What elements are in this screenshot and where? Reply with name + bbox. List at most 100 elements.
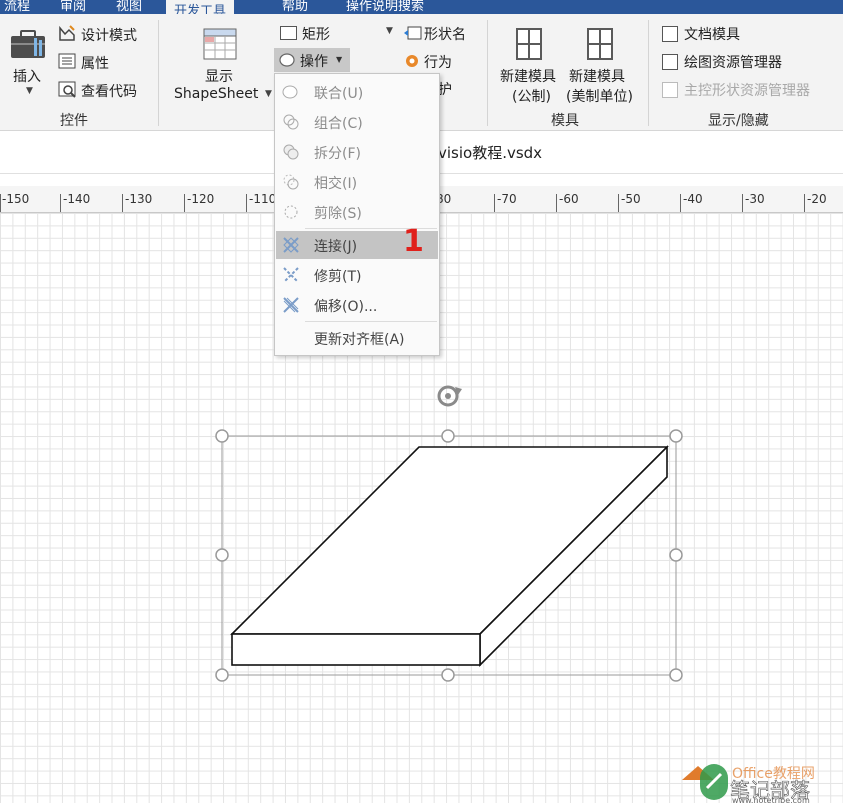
properties-button[interactable]: 属性: [81, 53, 109, 73]
watermark-url: www.notetribe.com: [732, 796, 810, 805]
show-hide-group-label: 显示/隐藏: [708, 113, 769, 129]
chevron-down-icon[interactable]: ▼: [386, 26, 393, 36]
menu-item-offset[interactable]: 偏移(O)...: [276, 291, 438, 319]
master-explorer-checkbox[interactable]: [662, 82, 678, 98]
ruler-label: -130: [125, 192, 153, 206]
design-mode-icon: [58, 24, 76, 42]
menu-separator: [305, 321, 437, 322]
chevron-down-icon[interactable]: ▼: [26, 86, 33, 96]
resize-handle[interactable]: [441, 668, 455, 682]
shape-name-icon: [403, 24, 423, 42]
tab-process[interactable]: 流程: [4, 0, 30, 14]
menu-item-label: 偏移(O)...: [314, 299, 378, 315]
menu-item-label: 剪除(S): [314, 206, 362, 222]
ruler-tick: [60, 194, 61, 212]
resize-handle[interactable]: [215, 429, 229, 443]
tab-view[interactable]: 视图: [116, 0, 142, 14]
menu-item-combine[interactable]: 组合(C): [276, 108, 438, 136]
new-stencil-us-label-2[interactable]: (美制单位): [566, 86, 633, 106]
menu-item-fragment[interactable]: 拆分(F): [276, 138, 438, 166]
new-stencil-us-label-1[interactable]: 新建模具: [569, 66, 625, 86]
menu-item-union[interactable]: 联合(U): [276, 78, 438, 106]
resize-handle[interactable]: [215, 548, 229, 562]
menu-item-label: 修剪(T): [314, 269, 362, 285]
ruler-label: -110: [249, 192, 277, 206]
design-mode-button[interactable]: 设计模式: [81, 25, 137, 45]
menu-item-trim[interactable]: 修剪(T): [276, 261, 438, 289]
tab-tell-me[interactable]: 操作说明搜索: [346, 0, 424, 14]
shapesheet-icon[interactable]: [203, 28, 237, 60]
menu-item-label: 更新对齐框(A): [314, 332, 405, 348]
intersect-icon: [282, 173, 300, 191]
insert-label[interactable]: 插入: [13, 66, 41, 86]
new-stencil-us-icon[interactable]: [587, 28, 613, 60]
rotation-handle-icon[interactable]: [437, 385, 462, 407]
operations-button[interactable]: 操作 ▼: [274, 48, 350, 72]
controls-group-label: 控件: [60, 113, 88, 129]
resize-handle[interactable]: [669, 548, 683, 562]
chevron-down-icon[interactable]: ▼: [265, 89, 272, 99]
behavior-icon: [403, 52, 423, 70]
ruler-tick: [246, 194, 247, 212]
doc-stencil-label: 文档模具: [684, 27, 740, 43]
ruler-label: -30: [745, 192, 765, 206]
new-stencil-metric-label-1[interactable]: 新建模具: [500, 66, 556, 86]
behavior-button[interactable]: 行为: [424, 52, 452, 72]
stencil-group-label: 模具: [551, 113, 579, 129]
file-name: visio教程.vsdx: [438, 144, 543, 162]
ruler-tick: [680, 194, 681, 212]
menu-item-subtract[interactable]: 剪除(S): [276, 198, 438, 226]
tab-developer[interactable]: 开发工具: [166, 0, 235, 19]
menu-item-update-alignment-box[interactable]: 更新对齐框(A): [276, 324, 438, 352]
combine-icon: [282, 113, 300, 131]
menu-item-label: 连接(J): [314, 239, 358, 255]
menu-item-label: 拆分(F): [314, 146, 361, 162]
ruler-tick: [742, 194, 743, 212]
ruler-tick: [804, 194, 805, 212]
menu-item-label: 组合(C): [314, 116, 363, 132]
ruler-label: -140: [63, 192, 91, 206]
view-code-button[interactable]: 查看代码: [81, 81, 137, 101]
slab-shape[interactable]: [230, 445, 669, 667]
group-separator: [158, 20, 159, 126]
menu-item-intersect[interactable]: 相交(I): [276, 168, 438, 196]
operations-label: 操作: [300, 54, 328, 70]
drawing-explorer-checkbox[interactable]: [662, 54, 678, 70]
ruler-tick: [122, 194, 123, 212]
ruler-label: -120: [187, 192, 215, 206]
ruler-label: -40: [683, 192, 703, 206]
doc-stencil-checkbox[interactable]: [662, 26, 678, 42]
ruler-tick: [494, 194, 495, 212]
menu-item-label: 相交(I): [314, 176, 358, 192]
new-stencil-metric-label-2[interactable]: (公制): [512, 86, 551, 106]
rectangle-button[interactable]: 矩形: [302, 24, 330, 44]
ruler-tick: [184, 194, 185, 212]
tab-review[interactable]: 审阅: [60, 0, 86, 14]
shapesheet-label-2[interactable]: ShapeSheet: [174, 86, 258, 102]
ruler-label: -70: [497, 192, 517, 206]
resize-handle[interactable]: [441, 429, 455, 443]
view-code-icon: [58, 80, 76, 98]
operations-menu: 联合(U) 组合(C) 拆分(F) 相交(I) 剪除(S) 连接(J) 修剪(T…: [274, 73, 440, 356]
insert-toolbox-icon[interactable]: [10, 28, 48, 60]
shape-name-button[interactable]: 形状名: [424, 24, 466, 44]
trim-icon: [282, 266, 300, 284]
operations-icon: [279, 51, 296, 68]
shapesheet-label-1[interactable]: 显示: [205, 66, 233, 86]
group-separator: [487, 20, 488, 126]
group-separator: [648, 20, 649, 126]
annotation-step-1: 1: [403, 224, 424, 259]
ruler-tick: [556, 194, 557, 212]
ruler-tick: [618, 194, 619, 212]
tab-help[interactable]: 帮助: [282, 0, 308, 14]
chevron-down-icon: ▼: [336, 55, 343, 64]
resize-handle[interactable]: [215, 668, 229, 682]
ruler-label: -50: [621, 192, 641, 206]
ruler-tick: [0, 194, 1, 212]
union-icon: [282, 83, 300, 101]
resize-handle[interactable]: [669, 429, 683, 443]
new-stencil-metric-icon[interactable]: [516, 28, 542, 60]
resize-handle[interactable]: [669, 668, 683, 682]
master-explorer-label: 主控形状资源管理器: [684, 83, 810, 99]
menu-item-label: 联合(U): [314, 86, 364, 102]
